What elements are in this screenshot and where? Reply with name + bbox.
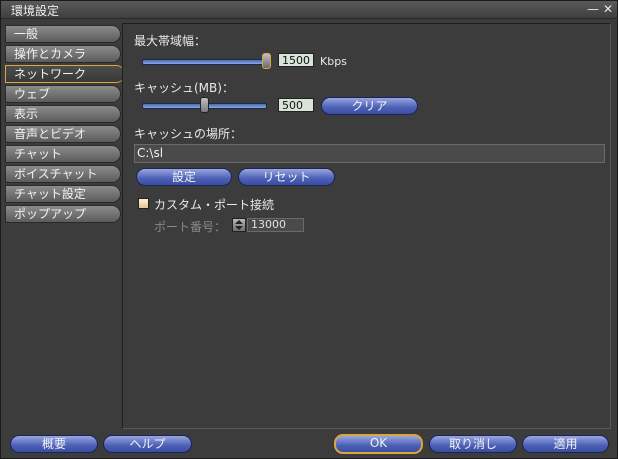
apply-button[interactable]: 適用	[522, 435, 609, 453]
minimize-icon[interactable]: —	[586, 2, 600, 16]
cache-location-label: キャッシュの場所：	[134, 127, 243, 141]
tab-display[interactable]: 表示	[5, 105, 121, 123]
bandwidth-unit: Kbps	[320, 55, 347, 68]
tab-popups[interactable]: ポップアップ	[5, 205, 121, 223]
tab-general[interactable]: 一般	[5, 25, 121, 43]
tab-chat-settings[interactable]: チャット設定	[5, 185, 121, 203]
title-bar[interactable]: 環境設定 — ✕	[1, 1, 617, 19]
bandwidth-slider-track[interactable]	[142, 59, 269, 65]
cache-value[interactable]: 500	[278, 98, 314, 112]
sidebar: 一般 操作とカメラ ネットワーク ウェブ 表示 音声とビデオ チャット ボイスチ…	[5, 25, 125, 225]
tab-web[interactable]: ウェブ	[5, 85, 121, 103]
bandwidth-label: 最大帯域幅：	[134, 34, 207, 48]
tab-network[interactable]: ネットワーク	[5, 65, 125, 83]
preferences-window: 環境設定 — ✕ 一般 操作とカメラ ネットワーク ウェブ 表示 音声とビデオ …	[0, 0, 618, 459]
port-number-label: ポート番号：	[154, 220, 227, 234]
cancel-button[interactable]: 取り消し	[429, 435, 517, 453]
tab-chat[interactable]: チャット	[5, 145, 121, 163]
custom-port-label: カスタム・ポート接続	[154, 198, 275, 212]
cache-label: キャッシュ(MB)：	[134, 81, 234, 95]
port-number-field[interactable]: 13000	[247, 218, 304, 232]
close-icon[interactable]: ✕	[601, 2, 615, 16]
tab-voice-chat[interactable]: ボイスチャット	[5, 165, 121, 183]
network-panel: 最大帯域幅： 1500 Kbps キャッシュ(MB)： 500 クリア キャッシ…	[122, 23, 611, 429]
spinner-up-icon[interactable]	[235, 220, 243, 224]
cache-slider-thumb[interactable]	[200, 97, 209, 113]
clear-cache-button[interactable]: クリア	[321, 97, 418, 115]
about-button[interactable]: 概要	[10, 435, 98, 453]
tab-audio-video[interactable]: 音声とビデオ	[5, 125, 121, 143]
port-spinner-icon[interactable]	[232, 218, 246, 232]
help-button[interactable]: ヘルプ	[103, 435, 192, 453]
set-cache-button[interactable]: 設定	[136, 168, 232, 186]
window-title: 環境設定	[11, 4, 60, 18]
bandwidth-slider-thumb[interactable]	[262, 53, 271, 69]
tab-input-camera[interactable]: 操作とカメラ	[5, 45, 121, 63]
spinner-down-icon[interactable]	[235, 226, 243, 230]
ok-button[interactable]: OK	[334, 434, 423, 454]
cache-path-field[interactable]: C:\sl	[134, 144, 605, 163]
custom-port-checkbox[interactable]	[138, 198, 149, 209]
reset-cache-button[interactable]: リセット	[238, 168, 335, 186]
bandwidth-value[interactable]: 1500	[278, 53, 314, 67]
